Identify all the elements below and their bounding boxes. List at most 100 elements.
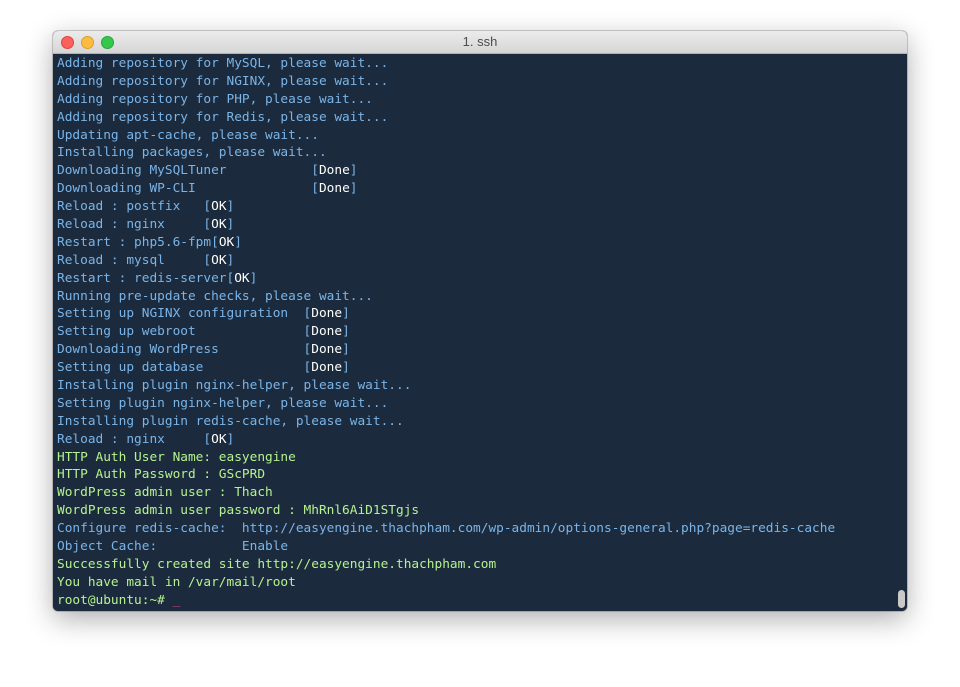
terminal-line: Installing plugin redis-cache, please wa… (57, 413, 895, 431)
terminal-line: Object Cache: Enable (57, 538, 895, 556)
terminal-line-text: Adding repository for Redis, please wait… (57, 109, 389, 125)
terminal-line: Reload : nginx [OK] (57, 431, 895, 449)
terminal-line: Reload : mysql [OK] (57, 252, 895, 270)
terminal-line: Adding repository for NGINX, please wait… (57, 73, 895, 91)
text-cursor: _ (172, 592, 181, 608)
terminal-line-label: Restart : redis-server (57, 270, 227, 286)
terminal-line: HTTP Auth User Name: easyengine (57, 449, 895, 467)
terminal-line: Updating apt-cache, please wait... (57, 127, 895, 145)
terminal-line-text: Successfully created site http://easyeng… (57, 556, 497, 572)
status-text: OK (211, 252, 227, 268)
terminal-line-text: Installing packages, please wait... (57, 145, 327, 161)
terminal-line: Successfully created site http://easyeng… (57, 556, 895, 574)
terminal-line: Downloading WP-CLI [Done] (57, 180, 895, 198)
status-text: Done (318, 181, 350, 197)
terminal-line-label: Reload : mysql (57, 252, 204, 268)
status-close-bracket: ] (342, 306, 350, 322)
terminal-output[interactable]: Adding repository for MySQL, please wait… (53, 54, 895, 611)
terminal-line: Setting up webroot [Done] (57, 323, 895, 341)
terminal-line-text: Setting plugin nginx-helper, please wait… (57, 395, 389, 411)
terminal-line: Installing plugin nginx-helper, please w… (57, 377, 895, 395)
terminal-line: WordPress admin user password : MhRnl6Ai… (57, 502, 895, 520)
status-open-bracket: [ (203, 217, 212, 233)
terminal-line-text: Updating apt-cache, please wait... (57, 127, 319, 143)
status-text: OK (211, 217, 227, 233)
terminal-line: Configure redis-cache: http://easyengine… (57, 520, 895, 538)
terminal-line-text: Installing plugin redis-cache, please wa… (57, 413, 404, 429)
scrollbar[interactable] (895, 54, 907, 611)
status-text: Done (311, 360, 343, 376)
terminal-line-label: Reload : nginx (57, 431, 204, 447)
terminal-line-label: Setting up webroot (57, 324, 304, 340)
terminal-line-text: Adding repository for MySQL, please wait… (57, 56, 389, 71)
terminal-line-label: Restart : php5.6-fpm (57, 234, 212, 250)
terminal-line-text: Object Cache: Enable (57, 539, 289, 555)
terminal-line-text: Installing plugin nginx-helper, please w… (57, 378, 412, 394)
status-open-bracket: [ (211, 234, 219, 250)
terminal-line-label: Setting up NGINX configuration (57, 306, 304, 322)
status-open-bracket: [ (311, 181, 319, 197)
status-close-bracket: ] (342, 324, 350, 340)
terminal-line: Adding repository for PHP, please wait..… (57, 91, 895, 109)
scrollbar-thumb[interactable] (898, 590, 905, 608)
status-text: Done (318, 163, 350, 179)
status-open-bracket: [ (203, 199, 212, 215)
status-close-bracket: ] (342, 342, 350, 358)
status-close-bracket: ] (349, 181, 358, 197)
terminal-line: Downloading WordPress [Done] (57, 341, 895, 359)
status-close-bracket: ] (226, 199, 235, 215)
title-bar: 1. ssh (53, 31, 907, 54)
terminal-line: WordPress admin user : Thach (57, 484, 895, 502)
terminal-line-label: Downloading WP-CLI (57, 181, 312, 197)
status-text: Done (311, 324, 343, 340)
status-close-bracket: ] (226, 217, 235, 233)
status-close-bracket: ] (342, 360, 350, 376)
status-text: OK (211, 199, 227, 215)
status-text: OK (234, 270, 250, 286)
status-open-bracket: [ (311, 163, 319, 179)
status-close-bracket: ] (349, 163, 358, 179)
terminal-line-label: Reload : nginx (57, 217, 204, 233)
terminal-line-label: Reload : postfix (57, 199, 204, 215)
status-text: Done (311, 342, 343, 358)
terminal-line-text: HTTP Auth Password : GScPRD (57, 467, 266, 483)
prompt-line[interactable]: root@ubuntu:~# _ (57, 592, 895, 610)
terminal-line-label: Downloading WordPress (57, 342, 304, 358)
terminal-line: Installing packages, please wait... (57, 144, 895, 162)
terminal-line: Reload : nginx [OK] (57, 216, 895, 234)
status-open-bracket: [ (203, 252, 212, 268)
status-close-bracket: ] (226, 431, 235, 447)
terminal-line: Downloading MySQLTuner [Done] (57, 162, 895, 180)
terminal-line-text: Adding repository for NGINX, please wait… (57, 73, 389, 89)
window-title: 1. ssh (462, 34, 498, 49)
terminal-line-text: Running pre-update checks, please wait..… (57, 288, 373, 304)
status-close-bracket: ] (249, 270, 258, 286)
terminal-line: Restart : php5.6-fpm[OK] (57, 234, 895, 252)
status-close-bracket: ] (234, 234, 242, 250)
terminal-line: Running pre-update checks, please wait..… (57, 288, 895, 306)
shell-prompt: root@ubuntu:~# (57, 592, 173, 608)
terminal-line: Setting plugin nginx-helper, please wait… (57, 395, 895, 413)
terminal-line-text: HTTP Auth User Name: easyengine (57, 449, 296, 465)
status-open-bracket: [ (203, 431, 212, 447)
terminal-line: HTTP Auth Password : GScPRD (57, 466, 895, 484)
terminal-line: Adding repository for MySQL, please wait… (57, 55, 895, 73)
terminal-line-label: Downloading MySQLTuner (57, 163, 312, 179)
terminal-line: Reload : postfix [OK] (57, 198, 895, 216)
terminal-line: Setting up database [Done] (57, 359, 895, 377)
terminal-line: You have mail in /var/mail/root (57, 574, 895, 592)
terminal-line: Restart : redis-server[OK] (57, 270, 895, 288)
terminal-line-text: WordPress admin user password : MhRnl6Ai… (57, 503, 420, 519)
terminal-line-text: Configure redis-cache: http://easyengine… (57, 521, 836, 537)
terminal-line-text: WordPress admin user : Thach (57, 485, 273, 501)
terminal-line-text: You have mail in /var/mail/root (57, 574, 296, 590)
terminal-line: Adding repository for Redis, please wait… (57, 109, 895, 127)
status-text: OK (211, 431, 227, 447)
terminal-line-text: Adding repository for PHP, please wait..… (57, 91, 373, 107)
status-text: OK (218, 234, 235, 250)
terminal-line-label: Setting up database (57, 360, 304, 376)
status-text: Done (311, 306, 343, 322)
terminal-line: Setting up NGINX configuration [Done] (57, 305, 895, 323)
terminal-window: 1. ssh Adding repository for MySQL, plea… (53, 31, 907, 611)
status-close-bracket: ] (226, 252, 235, 268)
